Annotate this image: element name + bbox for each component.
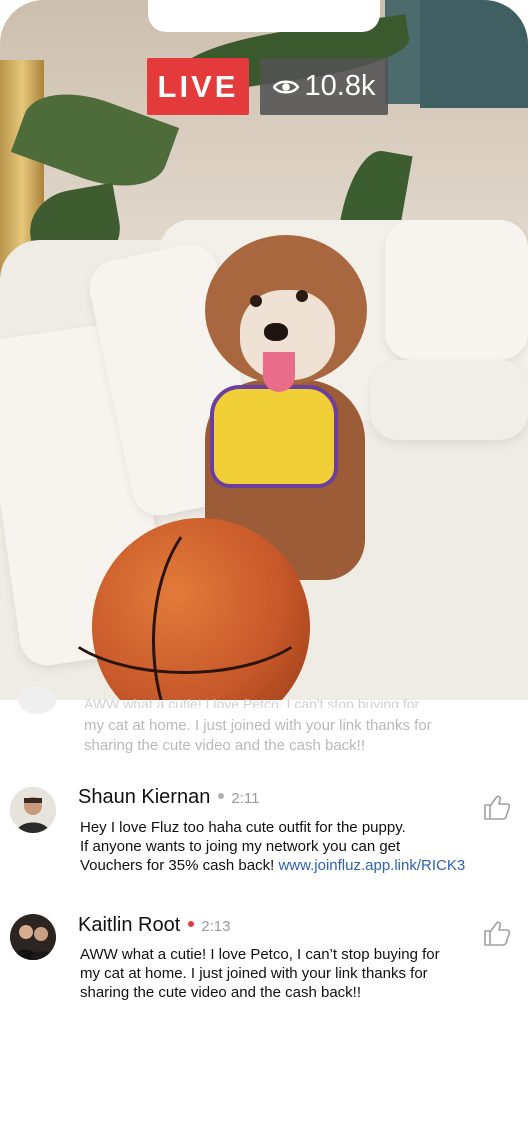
comment-header: Kaitlin Root 2:13	[78, 914, 230, 937]
device-notch	[148, 0, 380, 32]
live-video[interactable]: LIVE 10.8k	[0, 0, 528, 700]
thumbs-up-icon[interactable]	[482, 918, 512, 948]
dog-eye	[296, 290, 308, 302]
avatar[interactable]	[10, 787, 56, 833]
dog-jersey	[210, 385, 338, 488]
live-badge: LIVE	[147, 58, 249, 115]
avatar	[18, 686, 56, 714]
comment-time: 2:11	[231, 790, 260, 807]
cushion	[370, 360, 528, 440]
status-dot	[188, 921, 195, 927]
commenter-name[interactable]: Kaitlin Root	[78, 914, 180, 937]
dog-nose	[264, 323, 288, 341]
faded-comment-top: AWW what a cutie! I love Petco, I can't …	[84, 696, 420, 708]
faded-comment-text: my cat at home. I just joined with your …	[84, 717, 432, 754]
viewer-count: 10.8k	[304, 70, 376, 102]
thumbs-up-icon[interactable]	[482, 792, 512, 822]
dog-eye	[250, 295, 262, 307]
comment-text: Hey I love Fluz too haha cute outfit for…	[80, 819, 466, 874]
status-dot	[218, 793, 225, 799]
cushion	[385, 220, 528, 360]
comment-time: 2:13	[201, 918, 231, 935]
wall-art	[420, 0, 528, 108]
viewer-count-badge: 10.8k	[260, 58, 388, 115]
phone-screen: LIVE 10.8k AWW what a cutie! I love Petc…	[0, 0, 528, 1142]
avatar[interactable]	[10, 914, 56, 960]
referral-link[interactable]: www.joinfluz.app.link/RICK3	[278, 857, 465, 874]
eye-icon	[272, 80, 299, 93]
comment-text: AWW what a cutie! I love Petco, I can’t …	[80, 946, 440, 1001]
commenter-name[interactable]: Shaun Kiernan	[78, 786, 210, 809]
dog-tongue	[263, 352, 295, 392]
comments-feed[interactable]: AWW what a cutie! I love Petco, I can't …	[0, 686, 528, 1142]
comment-header: Shaun Kiernan 2:11	[78, 786, 259, 809]
